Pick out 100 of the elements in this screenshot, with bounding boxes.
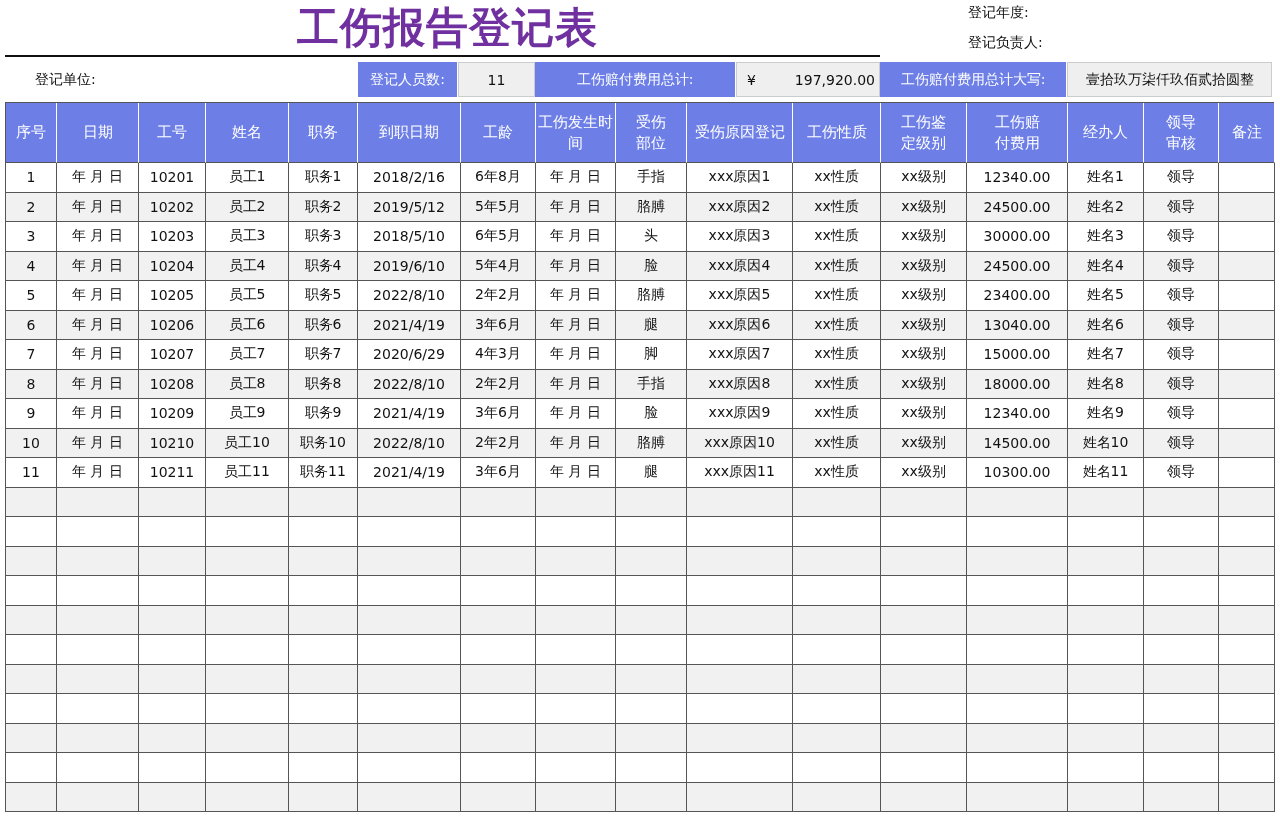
field-label: 登记人员数: (358, 62, 458, 97)
empty-cell (616, 576, 687, 606)
table-cell: 年 月 日 (536, 369, 616, 399)
table-cell: xxx原因9 (687, 399, 793, 429)
table-cell: 5年4月 (461, 251, 536, 281)
table-cell: 10210 (139, 428, 206, 458)
table-cell: xx级别 (881, 369, 967, 399)
table-cell: 年 月 日 (536, 428, 616, 458)
table-cell: 9 (6, 399, 57, 429)
table-cell: xx级别 (881, 428, 967, 458)
table-cell: 胳膊 (616, 281, 687, 311)
table-cell: 姓名9 (1068, 399, 1144, 429)
table-cell: 4年3月 (461, 340, 536, 370)
table-cell: 年 月 日 (536, 163, 616, 193)
table-cell: xxx原因11 (687, 458, 793, 488)
table-cell: 年 月 日 (57, 251, 139, 281)
table-cell: 2021/4/19 (358, 399, 461, 429)
table-cell: 年 月 日 (536, 251, 616, 281)
table-cell: 5年5月 (461, 192, 536, 222)
empty-cell (1219, 576, 1275, 606)
empty-cell (139, 517, 206, 547)
table-cell: 领导 (1144, 340, 1219, 370)
table-cell: 4 (6, 251, 57, 281)
table-cell: xxx原因2 (687, 192, 793, 222)
table-cell: 10 (6, 428, 57, 458)
table-cell: 年 月 日 (57, 399, 139, 429)
table-cell: 10209 (139, 399, 206, 429)
table-cell: xx性质 (793, 369, 881, 399)
table-cell: 10204 (139, 251, 206, 281)
column-header: 姓名 (206, 103, 289, 163)
table-cell: 2021/4/19 (358, 310, 461, 340)
table-cell: 职务1 (289, 163, 358, 193)
table-cell: 姓名7 (1068, 340, 1144, 370)
empty-cell (139, 635, 206, 665)
table-cell: 领导 (1144, 192, 1219, 222)
table-cell: 年 月 日 (57, 281, 139, 311)
table-cell: xxx原因3 (687, 222, 793, 252)
table-cell: 职务7 (289, 340, 358, 370)
column-header: 职务 (289, 103, 358, 163)
table-cell: 2022/8/10 (358, 281, 461, 311)
table-cell: 10203 (139, 222, 206, 252)
table-cell: 领导 (1144, 369, 1219, 399)
column-header: 受伤部位 (616, 103, 687, 163)
column-header: 工伤性质 (793, 103, 881, 163)
table-cell: 腿 (616, 310, 687, 340)
table-cell: 5 (6, 281, 57, 311)
table-cell: 姓名5 (1068, 281, 1144, 311)
table-cell: 年 月 日 (536, 458, 616, 488)
table-cell: 腿 (616, 458, 687, 488)
table-cell: 14500.00 (967, 428, 1068, 458)
table-cell: 员工8 (206, 369, 289, 399)
table-cell: 手指 (616, 163, 687, 193)
table-cell: 领导 (1144, 399, 1219, 429)
table-cell: xx性质 (793, 251, 881, 281)
table-cell: 领导 (1144, 222, 1219, 252)
table-cell: xx级别 (881, 340, 967, 370)
empty-cell (289, 694, 358, 724)
table-cell: xxx原因8 (687, 369, 793, 399)
table-cell: 12340.00 (967, 163, 1068, 193)
table-cell: 10202 (139, 192, 206, 222)
table-cell: 年 月 日 (57, 458, 139, 488)
table-cell: 7 (6, 340, 57, 370)
table-cell: 2022/8/10 (358, 369, 461, 399)
table-cell: 10208 (139, 369, 206, 399)
table-cell: xx性质 (793, 222, 881, 252)
table-cell: 年 月 日 (536, 399, 616, 429)
table-cell: 年 月 日 (536, 340, 616, 370)
empty-cell (1219, 694, 1275, 724)
empty-cell (289, 753, 358, 783)
table-cell: 姓名6 (1068, 310, 1144, 340)
table-cell: xx性质 (793, 163, 881, 193)
table-cell: 10300.00 (967, 458, 1068, 488)
column-header: 工伤发生时间 (536, 103, 616, 163)
table-cell: 职务4 (289, 251, 358, 281)
table-cell: 15000.00 (967, 340, 1068, 370)
table-cell: 3年6月 (461, 399, 536, 429)
table-cell: 员工11 (206, 458, 289, 488)
table-cell: 10206 (139, 310, 206, 340)
table-cell: 3 (6, 222, 57, 252)
table-cell: xx级别 (881, 458, 967, 488)
empty-cell (1219, 163, 1275, 193)
table-cell: 6 (6, 310, 57, 340)
table-cell: xxx原因10 (687, 428, 793, 458)
empty-cell (289, 576, 358, 606)
column-header: 备注 (1219, 103, 1275, 163)
table-cell: 脸 (616, 399, 687, 429)
table-cell: 姓名2 (1068, 192, 1144, 222)
amount-text: 197,920.00 (794, 71, 875, 88)
table-cell: 职务2 (289, 192, 358, 222)
table-cell: 10205 (139, 281, 206, 311)
empty-cell (1219, 340, 1275, 370)
table-cell: 11 (6, 458, 57, 488)
empty-cell (1219, 222, 1275, 252)
table-cell: xxx原因6 (687, 310, 793, 340)
table-cell: xx级别 (881, 281, 967, 311)
table-cell: xx性质 (793, 310, 881, 340)
table-cell: 2018/2/16 (358, 163, 461, 193)
table-cell: 职务9 (289, 399, 358, 429)
table-cell: 员工4 (206, 251, 289, 281)
table-cell: 员工10 (206, 428, 289, 458)
